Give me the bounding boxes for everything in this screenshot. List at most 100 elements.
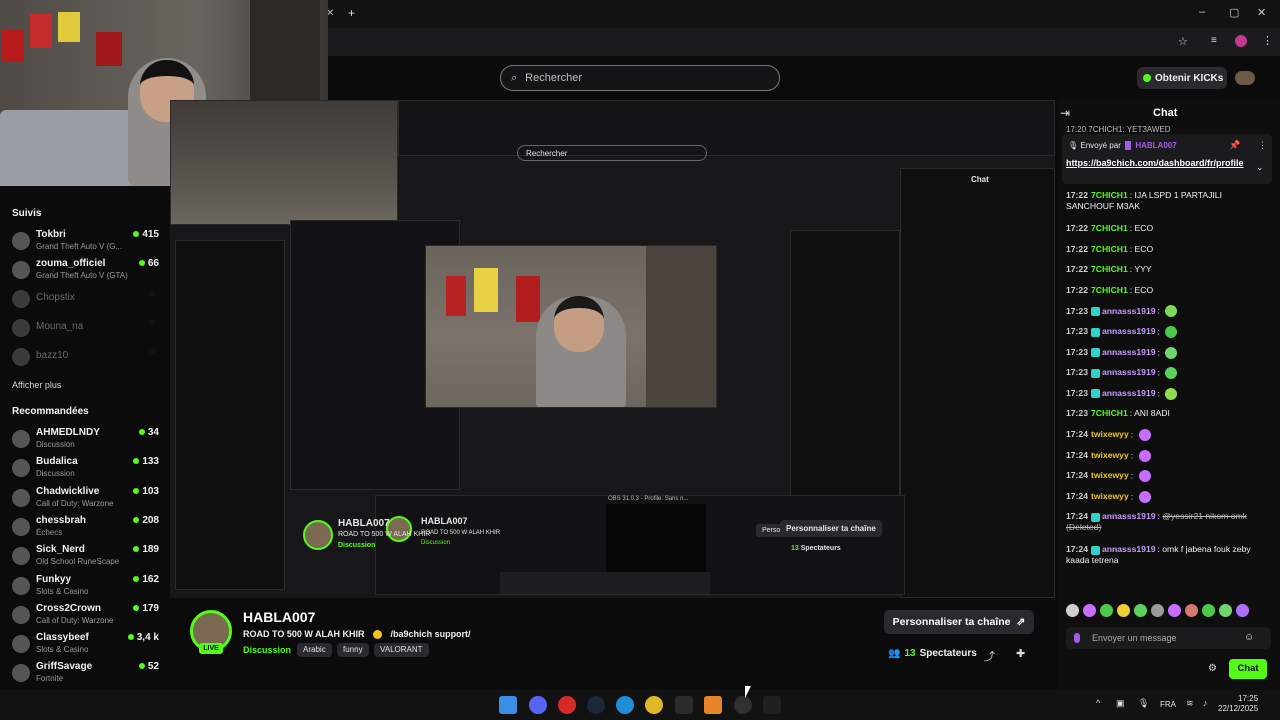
emoji-picker-icon[interactable]: ☺ bbox=[1244, 632, 1254, 643]
message-user[interactable]: twixewyy bbox=[1091, 491, 1129, 501]
message-user[interactable]: 7CHICH1 bbox=[1091, 223, 1128, 233]
pinned-by-user[interactable]: HABLA007 bbox=[1135, 141, 1176, 150]
message-user[interactable]: annasss1919 bbox=[1102, 367, 1156, 377]
recommended-channel[interactable]: Cross2Crown Call of Duty: Warzone 179 bbox=[8, 602, 163, 630]
language-indicator[interactable]: FRA bbox=[1160, 700, 1176, 709]
chevron-down-icon[interactable]: ⌄ bbox=[1256, 162, 1264, 173]
new-tab-button[interactable]: + bbox=[348, 6, 355, 20]
recommended-channel[interactable]: AHMEDLNDY Discussion 34 bbox=[8, 426, 163, 454]
viewer-count: 133 bbox=[133, 456, 159, 467]
emote-icon[interactable] bbox=[1117, 603, 1130, 617]
emote-icon[interactable] bbox=[1066, 603, 1079, 617]
tag-arabic[interactable]: Arabic bbox=[297, 643, 332, 657]
followed-channel[interactable]: bazz10 ◌ bbox=[8, 344, 163, 372]
message-user[interactable]: 7CHICH1 bbox=[1091, 264, 1128, 274]
edge-icon[interactable] bbox=[616, 696, 634, 714]
discord-icon[interactable] bbox=[529, 696, 547, 714]
wifi-icon[interactable]: ≋ bbox=[1186, 698, 1194, 709]
pinned-link[interactable]: https://ba9chich.com/dashboard/fr/profil… bbox=[1066, 157, 1251, 169]
close-button[interactable]: ✕ bbox=[1257, 6, 1266, 19]
emote-icon[interactable] bbox=[1202, 603, 1215, 617]
pin-icon[interactable]: 📌 bbox=[1229, 140, 1240, 151]
emote-icon[interactable] bbox=[1134, 603, 1147, 617]
nested-personalize-2: Personnaliser ta chaîne bbox=[780, 520, 882, 537]
message-user[interactable]: annasss1919 bbox=[1102, 326, 1156, 336]
recommended-channel[interactable]: Funkyy Slots & Casino 162 bbox=[8, 573, 163, 601]
media-icon[interactable] bbox=[558, 696, 576, 714]
maximize-button[interactable]: ▢ bbox=[1229, 6, 1239, 19]
recommended-channel[interactable]: chessbrah Échecs 208 bbox=[8, 514, 163, 542]
emote-icon[interactable] bbox=[1100, 603, 1113, 617]
tag-valorant[interactable]: VALORANT bbox=[374, 643, 429, 657]
recommended-channel[interactable]: Budalica Discussion 133 bbox=[8, 455, 163, 483]
stream-category[interactable]: Discussion bbox=[243, 645, 291, 655]
recommended-channel[interactable]: Chadwicklive Call of Duty: Warzone 103 bbox=[8, 485, 163, 513]
message-user[interactable]: annasss1919 bbox=[1102, 388, 1156, 398]
reading-list-icon[interactable]: ≡ bbox=[1211, 35, 1217, 46]
capcut-icon[interactable] bbox=[763, 696, 781, 714]
message-user[interactable]: twixewyy bbox=[1091, 470, 1129, 480]
show-more-link[interactable]: Afficher plus bbox=[12, 380, 61, 390]
profile-avatar-icon[interactable] bbox=[1235, 35, 1247, 47]
chat-message: 17:23 annasss1919: bbox=[1066, 367, 1271, 380]
emote-icon bbox=[1165, 387, 1178, 400]
gear-icon[interactable]: ⚙ bbox=[1208, 663, 1217, 674]
message-user[interactable]: annasss1919 bbox=[1102, 306, 1156, 316]
steam-icon[interactable] bbox=[587, 696, 605, 714]
more-options-icon[interactable]: ⋮ bbox=[1258, 140, 1267, 151]
emote-icon[interactable] bbox=[1151, 603, 1164, 617]
minimize-button[interactable]: – bbox=[1199, 6, 1205, 18]
chat-message: 17:22 7CHICH1: IJA LSPD 1 PARTAJILI SANCH… bbox=[1066, 190, 1222, 211]
tray-app-icon[interactable]: ▣ bbox=[1116, 698, 1125, 709]
message-user[interactable]: 7CHICH1 bbox=[1091, 190, 1128, 200]
streamer-name[interactable]: HABLA007 bbox=[243, 609, 315, 625]
channel-avatar bbox=[12, 635, 30, 654]
tag-funny[interactable]: funny bbox=[337, 643, 369, 657]
followed-channel[interactable]: Mouna_na ◌ bbox=[8, 315, 163, 343]
nested-stream-category: Discussion bbox=[421, 540, 451, 546]
channel-name: AHMEDLNDY bbox=[36, 427, 100, 438]
live-dot-icon bbox=[133, 604, 140, 611]
recommended-channel[interactable]: Sick_Nerd Old School RuneScape 189 bbox=[8, 543, 163, 571]
share-icon[interactable]: ⤴ bbox=[984, 648, 995, 664]
volume-icon[interactable]: ♪ bbox=[1203, 698, 1208, 708]
nested-center-webcam bbox=[425, 245, 717, 408]
tray-mic-icon[interactable]: 🎙 bbox=[1138, 698, 1149, 709]
collapse-chat-icon[interactable]: ⇥ bbox=[1060, 106, 1070, 120]
emote-icon[interactable] bbox=[1236, 603, 1249, 617]
get-kicks-button[interactable]: Obtenir KICKs bbox=[1137, 67, 1227, 89]
recommended-channel[interactable]: GriffSavage Fortnite 52 bbox=[8, 660, 163, 688]
message-user[interactable]: 7CHICH1 bbox=[1091, 408, 1128, 418]
message-user[interactable]: 7CHICH1 bbox=[1091, 244, 1128, 254]
followed-channel[interactable]: zouma_officiel Grand Theft Auto V (GTA) 66 bbox=[8, 257, 163, 285]
personalize-channel-button[interactable]: Personnaliser ta chaîne ⇗ bbox=[884, 610, 1034, 634]
browser-menu-icon[interactable]: ⋮ bbox=[1262, 34, 1273, 47]
message-user[interactable]: annasss1919 bbox=[1102, 347, 1156, 357]
message-user[interactable]: annasss1919 bbox=[1102, 544, 1156, 554]
user-avatar[interactable] bbox=[1235, 71, 1255, 85]
bookmark-star-icon[interactable]: ☆ bbox=[1178, 35, 1188, 48]
followed-channel[interactable]: Tokbri Grand Theft Auto V (G... 415 bbox=[8, 228, 163, 256]
chrome-icon[interactable] bbox=[645, 696, 663, 714]
message-user[interactable]: annasss1919 bbox=[1102, 511, 1156, 521]
emote-icon[interactable] bbox=[1083, 603, 1096, 617]
message-user[interactable]: twixewyy bbox=[1091, 450, 1129, 460]
recommended-channel[interactable]: Classybeef Slots & Casino 3,4 k bbox=[8, 631, 163, 659]
obs-icon[interactable] bbox=[734, 696, 752, 714]
emote-icon[interactable] bbox=[1185, 603, 1198, 617]
follow-icon[interactable]: ✚ bbox=[1016, 647, 1025, 660]
chat-input[interactable]: Envoyer un message bbox=[1066, 627, 1271, 649]
file-icon[interactable] bbox=[704, 696, 722, 714]
app-icon[interactable] bbox=[675, 696, 693, 714]
emote-icon[interactable] bbox=[1219, 603, 1232, 617]
send-chat-button[interactable]: Chat bbox=[1229, 659, 1267, 679]
clock[interactable]: 17:25 22/12/2025 bbox=[1218, 694, 1258, 714]
search-input[interactable]: ⌕ Rechercher bbox=[500, 65, 780, 91]
tray-chevron-icon[interactable]: ^ bbox=[1096, 698, 1100, 708]
emote-icon[interactable] bbox=[1168, 603, 1181, 617]
message-user[interactable]: 7CHICH1 bbox=[1091, 285, 1128, 295]
message-user[interactable]: twixewyy bbox=[1091, 429, 1129, 439]
followed-channel[interactable]: Chopstix ◌ bbox=[8, 286, 163, 314]
windows-start-icon[interactable] bbox=[499, 696, 517, 714]
stream-video-player[interactable]: Rechercher Chat HABLA007 ROAD TO 500 W A… bbox=[170, 100, 1055, 598]
